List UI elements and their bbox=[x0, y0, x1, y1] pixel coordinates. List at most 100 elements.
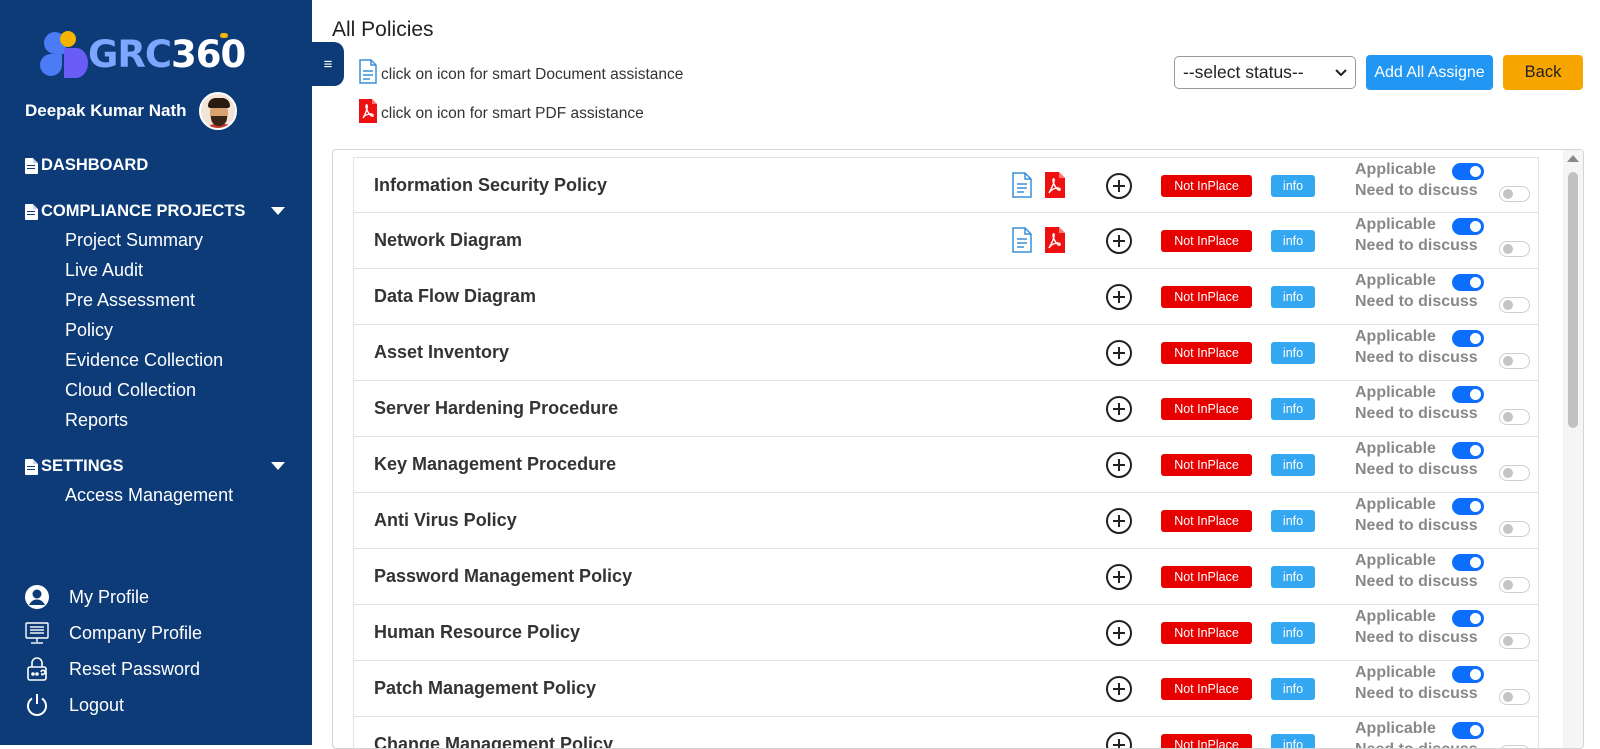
info-button[interactable]: info bbox=[1271, 398, 1315, 420]
policy-name[interactable]: Password Management Policy bbox=[374, 566, 632, 587]
add-circle-icon[interactable] bbox=[1106, 564, 1132, 590]
nav-my-profile[interactable]: My Profile bbox=[24, 584, 149, 610]
status-badge[interactable]: Not InPlace bbox=[1161, 622, 1252, 644]
nav-pre-assessment[interactable]: Pre Assessment bbox=[65, 290, 195, 311]
scroll-up-icon[interactable] bbox=[1567, 155, 1579, 162]
scrollbar[interactable] bbox=[1563, 150, 1583, 748]
pdf-icon[interactable] bbox=[1044, 226, 1066, 259]
add-circle-icon[interactable] bbox=[1106, 676, 1132, 702]
applicable-toggle[interactable] bbox=[1452, 554, 1484, 571]
applicable-toggle[interactable] bbox=[1452, 330, 1484, 347]
nav-reset-password[interactable]: Reset Password bbox=[24, 656, 200, 682]
nav-dashboard[interactable]: DASHBOARD bbox=[25, 156, 148, 175]
nav-access-management[interactable]: Access Management bbox=[65, 485, 233, 506]
status-badge[interactable]: Not InPlace bbox=[1161, 286, 1252, 308]
policy-name[interactable]: Asset Inventory bbox=[374, 342, 509, 363]
avatar[interactable] bbox=[198, 92, 237, 130]
status-badge[interactable]: Not InPlace bbox=[1161, 342, 1252, 364]
chevron-down-icon[interactable] bbox=[271, 207, 285, 215]
back-button[interactable]: Back bbox=[1503, 55, 1583, 90]
pdf-icon[interactable] bbox=[358, 98, 378, 129]
status-badge[interactable]: Not InPlace bbox=[1161, 398, 1252, 420]
hint-pdf: click on icon for smart PDF assistance bbox=[358, 98, 644, 129]
need-to-discuss-toggle[interactable] bbox=[1499, 465, 1530, 481]
policy-name[interactable]: Human Resource Policy bbox=[374, 622, 580, 643]
policy-name[interactable]: Patch Management Policy bbox=[374, 678, 596, 699]
need-to-discuss-toggle[interactable] bbox=[1499, 577, 1530, 593]
add-circle-icon[interactable] bbox=[1106, 732, 1132, 748]
status-badge[interactable]: Not InPlace bbox=[1161, 175, 1252, 197]
document-icon[interactable] bbox=[358, 59, 378, 90]
need-to-discuss-toggle[interactable] bbox=[1499, 186, 1530, 202]
status-badge[interactable]: Not InPlace bbox=[1161, 566, 1252, 588]
nav-company-profile[interactable]: Company Profile bbox=[24, 620, 202, 646]
applicable-toggle[interactable] bbox=[1452, 386, 1484, 403]
need-to-discuss-toggle[interactable] bbox=[1499, 297, 1530, 313]
info-button[interactable]: info bbox=[1271, 286, 1315, 308]
status-badge[interactable]: Not InPlace bbox=[1161, 678, 1252, 700]
need-to-discuss-toggle[interactable] bbox=[1499, 521, 1530, 537]
info-button[interactable]: info bbox=[1271, 175, 1315, 197]
nav-live-audit[interactable]: Live Audit bbox=[65, 260, 143, 281]
info-button[interactable]: info bbox=[1271, 454, 1315, 476]
nav-project-summary[interactable]: Project Summary bbox=[65, 230, 203, 251]
nav-logout[interactable]: Logout bbox=[24, 692, 124, 718]
applicable-toggle[interactable] bbox=[1452, 163, 1484, 180]
applicable-toggle[interactable] bbox=[1452, 722, 1484, 739]
applicable-toggle[interactable] bbox=[1452, 666, 1484, 683]
add-circle-icon[interactable] bbox=[1106, 508, 1132, 534]
policy-name[interactable]: Key Management Procedure bbox=[374, 454, 616, 475]
info-button[interactable]: info bbox=[1271, 734, 1315, 748]
add-circle-icon[interactable] bbox=[1106, 228, 1132, 254]
add-circle-icon[interactable] bbox=[1106, 452, 1132, 478]
status-badge[interactable]: Not InPlace bbox=[1161, 734, 1252, 748]
scroll-thumb[interactable] bbox=[1568, 172, 1578, 428]
add-circle-icon[interactable] bbox=[1106, 340, 1132, 366]
policy-name[interactable]: Server Hardening Procedure bbox=[374, 398, 618, 419]
policy-name[interactable]: Anti Virus Policy bbox=[374, 510, 517, 531]
brand-logo[interactable]: GRC360 bbox=[38, 28, 246, 80]
nav-reports[interactable]: Reports bbox=[65, 410, 128, 431]
nav-policy[interactable]: Policy bbox=[65, 320, 113, 341]
need-to-discuss-toggle[interactable] bbox=[1499, 409, 1530, 425]
document-icon[interactable] bbox=[1011, 227, 1033, 258]
nav-compliance-projects[interactable]: COMPLIANCE PROJECTS bbox=[25, 202, 245, 221]
info-button[interactable]: info bbox=[1271, 678, 1315, 700]
chevron-down-icon[interactable] bbox=[271, 462, 285, 470]
add-circle-icon[interactable] bbox=[1106, 284, 1132, 310]
add-circle-icon[interactable] bbox=[1106, 173, 1132, 199]
need-to-discuss-toggle[interactable] bbox=[1499, 353, 1530, 369]
info-button[interactable]: info bbox=[1271, 510, 1315, 532]
need-to-discuss-toggle[interactable] bbox=[1499, 689, 1530, 705]
pdf-icon[interactable] bbox=[1044, 171, 1066, 204]
nav-cloud-collection[interactable]: Cloud Collection bbox=[65, 380, 196, 401]
info-button[interactable]: info bbox=[1271, 342, 1315, 364]
need-to-discuss-toggle[interactable] bbox=[1499, 633, 1530, 649]
status-badge[interactable]: Not InPlace bbox=[1161, 230, 1252, 252]
info-button[interactable]: info bbox=[1271, 622, 1315, 644]
policy-name[interactable]: Change Management Policy bbox=[374, 734, 613, 748]
policy-name[interactable]: Network Diagram bbox=[374, 230, 522, 251]
sidebar-toggle-button[interactable]: ≡ bbox=[312, 42, 344, 86]
policy-name[interactable]: Data Flow Diagram bbox=[374, 286, 536, 307]
status-badge[interactable]: Not InPlace bbox=[1161, 454, 1252, 476]
applicable-toggle[interactable] bbox=[1452, 442, 1484, 459]
add-circle-icon[interactable] bbox=[1106, 620, 1132, 646]
info-button[interactable]: info bbox=[1271, 230, 1315, 252]
need-to-discuss-toggle[interactable] bbox=[1499, 241, 1530, 257]
need-to-discuss-toggle[interactable] bbox=[1499, 745, 1530, 748]
status-select[interactable]: --select status-- bbox=[1174, 56, 1356, 89]
nav-settings[interactable]: SETTINGS bbox=[25, 457, 124, 476]
applicable-toggle[interactable] bbox=[1452, 218, 1484, 235]
status-badge[interactable]: Not InPlace bbox=[1161, 510, 1252, 532]
add-circle-icon[interactable] bbox=[1106, 396, 1132, 422]
document-icon[interactable] bbox=[1011, 172, 1033, 203]
policy-name[interactable]: Information Security Policy bbox=[374, 175, 607, 196]
document-icon bbox=[25, 203, 38, 220]
nav-evidence-collection[interactable]: Evidence Collection bbox=[65, 350, 223, 371]
applicable-toggle[interactable] bbox=[1452, 498, 1484, 515]
applicable-toggle[interactable] bbox=[1452, 274, 1484, 291]
add-all-assignee-button[interactable]: Add All Assigne bbox=[1366, 55, 1493, 90]
info-button[interactable]: info bbox=[1271, 566, 1315, 588]
applicable-toggle[interactable] bbox=[1452, 610, 1484, 627]
